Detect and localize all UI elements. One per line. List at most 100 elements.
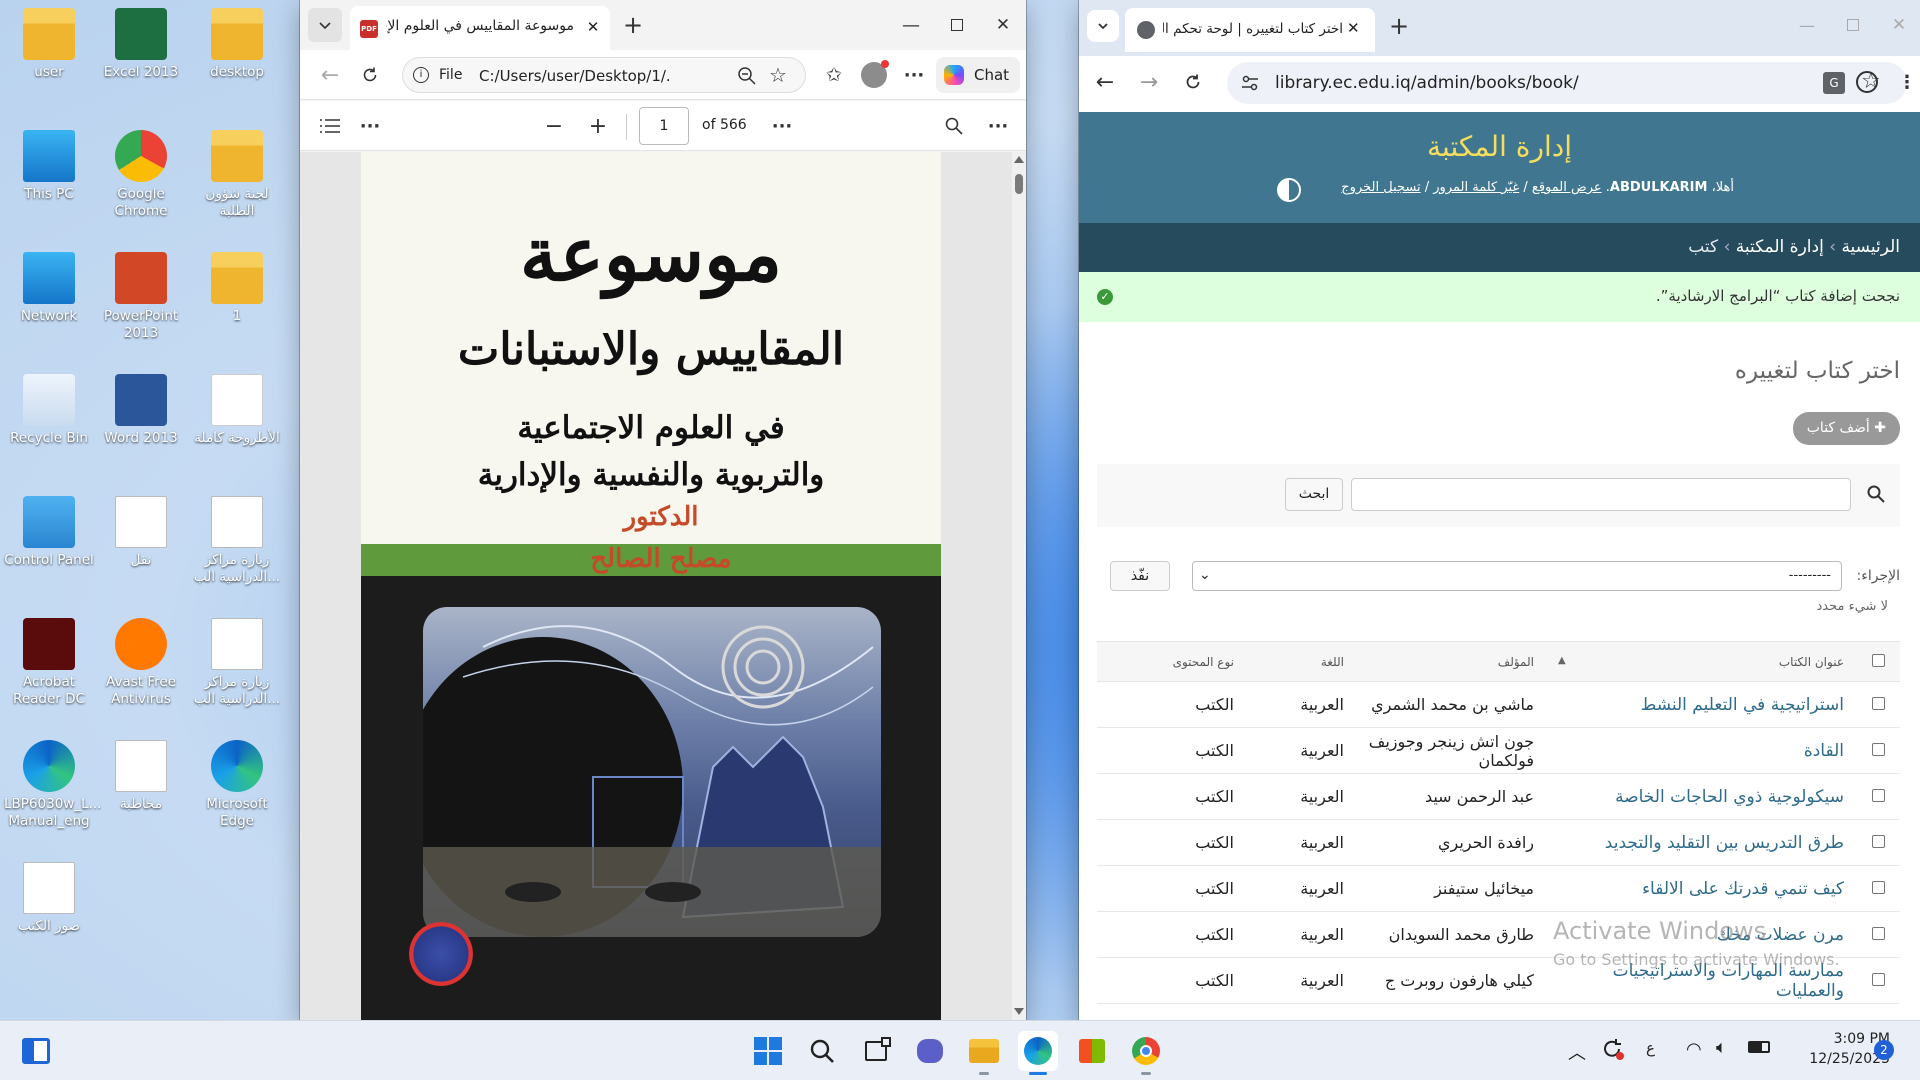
task-view-icon[interactable]	[856, 1031, 896, 1071]
book-title-link[interactable]: استراتيجية في التعليم النشط	[1546, 681, 1856, 728]
profile-avatar[interactable]	[856, 57, 892, 93]
close-tab-icon[interactable]: ✕	[582, 16, 604, 38]
breadcrumb-app[interactable]: إدارة المكتبة	[1736, 237, 1824, 257]
pdf-more-left-button[interactable]: ···	[352, 108, 388, 144]
ime-indicator[interactable]: ع	[1646, 1039, 1655, 1057]
desktop-icon[interactable]: Google Chrome	[96, 130, 186, 220]
desktop-icon[interactable]: Control Panel	[4, 496, 94, 569]
row-checkbox[interactable]	[1871, 697, 1885, 710]
book-title-link[interactable]: طرق التدريس بين التقليد والتجديد	[1546, 819, 1856, 866]
back-button[interactable]: ←	[1087, 64, 1123, 100]
maximize-button[interactable]	[1830, 0, 1876, 50]
desktop-icon[interactable]: لجنة شؤون الطلبة	[192, 130, 282, 220]
column-author[interactable]: المؤلف	[1356, 641, 1546, 682]
copilot-chat-button[interactable]: Chat	[936, 57, 1020, 93]
favorites-button[interactable]: ✩	[816, 57, 852, 93]
new-tab-button[interactable]: +	[618, 10, 648, 40]
store-icon[interactable]	[1072, 1031, 1112, 1071]
desktop-icon[interactable]: الأطروحة كاملة	[192, 374, 282, 447]
search-input[interactable]	[1351, 478, 1851, 511]
desktop-icon[interactable]: صور الكتب	[4, 862, 94, 935]
reload-button[interactable]	[1175, 64, 1211, 100]
desktop-icon[interactable]: Acrobat Reader DC	[4, 618, 94, 708]
start-button[interactable]	[748, 1031, 788, 1071]
pdf-scroll-thumb[interactable]	[1015, 174, 1023, 194]
column-title[interactable]: عنوان الكتاب ▲	[1546, 641, 1856, 682]
add-book-button[interactable]: ✚ أضف كتاب	[1792, 412, 1900, 445]
desktop-icon[interactable]: مخاطبة	[96, 740, 186, 813]
sync-icon[interactable]	[1600, 1037, 1624, 1061]
search-button[interactable]: ابحث	[1285, 478, 1343, 511]
close-window-button[interactable]: ✕	[980, 0, 1026, 50]
desktop-icon[interactable]: زيارة مراكز الدراسية الب...	[192, 496, 282, 586]
volume-icon[interactable]: 🔈︎	[1716, 1037, 1727, 1058]
column-language[interactable]: اللغة	[1246, 641, 1356, 682]
row-checkbox[interactable]	[1871, 789, 1885, 802]
edge-taskbar-icon[interactable]	[1018, 1031, 1058, 1075]
row-checkbox[interactable]	[1871, 927, 1885, 940]
breadcrumb-home[interactable]: الرئيسية	[1841, 237, 1900, 257]
close-tab-icon[interactable]: ✕	[1347, 19, 1360, 37]
refresh-button[interactable]	[352, 57, 388, 93]
zoom-in-button[interactable]: +	[580, 108, 616, 144]
edge-tab-pdf[interactable]: PDF موسوعة المقاييس في العلوم الإجتما ✕	[350, 6, 610, 50]
profile-icon[interactable]	[1849, 64, 1885, 100]
zoom-out-button[interactable]: −	[536, 108, 572, 144]
desktop-icon[interactable]: زيارة مراكز الدراسية الب...	[192, 618, 282, 708]
wifi-icon[interactable]: ◠	[1686, 1039, 1702, 1060]
settings-more-button[interactable]: ···	[896, 57, 932, 93]
minimize-button[interactable]: —	[888, 0, 934, 50]
teams-chat-icon[interactable]	[910, 1031, 950, 1071]
file-explorer-icon[interactable]	[964, 1031, 1004, 1075]
select-all-checkbox[interactable]	[1871, 653, 1885, 667]
desktop-icon[interactable]: desktop	[192, 8, 282, 81]
chrome-menu-button[interactable]: ⋮	[1889, 64, 1920, 100]
zoom-icon[interactable]	[737, 66, 757, 86]
minimize-button[interactable]: —	[1784, 0, 1830, 50]
logout-link[interactable]: تسجيل الخروج	[1341, 180, 1420, 195]
desktop-icon[interactable]: 1	[192, 252, 282, 325]
scroll-up-arrow-icon[interactable]	[1014, 156, 1024, 163]
desktop-icon[interactable]: Avast Free Antivirus	[96, 618, 186, 708]
pdf-scrollbar[interactable]	[1012, 152, 1026, 1020]
desktop-icon[interactable]: user	[4, 8, 94, 81]
desktop-icon[interactable]: Recycle Bin	[4, 374, 94, 447]
row-checkbox[interactable]	[1871, 881, 1885, 894]
page-number-input[interactable]: 1	[639, 107, 689, 145]
notification-badge[interactable]: 2	[1874, 1040, 1894, 1060]
site-title[interactable]: إدارة المكتبة	[1079, 130, 1920, 163]
row-checkbox[interactable]	[1871, 973, 1885, 986]
back-button[interactable]: ←	[312, 57, 348, 93]
forward-button[interactable]: →	[1131, 64, 1167, 100]
desktop-icon[interactable]: PowerPoint 2013	[96, 252, 186, 342]
theme-toggle-icon[interactable]	[1277, 178, 1301, 202]
scroll-down-arrow-icon[interactable]	[1014, 1008, 1024, 1015]
search-pdf-button[interactable]	[936, 108, 972, 144]
desktop-icon[interactable]: نقل	[96, 496, 186, 569]
translate-icon[interactable]: G	[1823, 72, 1845, 94]
site-settings-icon[interactable]	[1241, 75, 1259, 91]
view-site-link[interactable]: عرض الموقع	[1532, 180, 1602, 195]
book-title-link[interactable]: القادة	[1546, 727, 1856, 774]
desktop-icon[interactable]: Word 2013	[96, 374, 186, 447]
close-window-button[interactable]: ✕	[1876, 0, 1920, 50]
maximize-button[interactable]	[934, 0, 980, 50]
battery-icon[interactable]	[1748, 1041, 1770, 1053]
row-checkbox[interactable]	[1871, 835, 1885, 848]
new-tab-button[interactable]: +	[1383, 10, 1415, 42]
info-icon[interactable]: i	[413, 67, 429, 83]
desktop-icon[interactable]: This PC	[4, 130, 94, 203]
address-bar[interactable]: i File C:/Users/user/Desktop/1/...مو ☆	[402, 57, 806, 93]
sort-ascending-icon[interactable]: ▲	[1558, 655, 1566, 666]
desktop-icon[interactable]: Excel 2013	[96, 8, 186, 81]
chrome-tab-admin[interactable]: اختر كتاب لتغييره | لوحة تحكم المـ ✕	[1125, 8, 1375, 52]
column-content-type[interactable]: نوع المحتوى	[1097, 641, 1246, 682]
show-hidden-icons-chevron-up-icon[interactable]: ︿	[1568, 1039, 1586, 1065]
tab-actions-button[interactable]	[308, 8, 342, 42]
action-select[interactable]: ⌄ ---------	[1192, 561, 1842, 591]
pdf-more-right-button[interactable]: ···	[980, 108, 1016, 144]
book-title-link[interactable]: سيكولوجية ذوي الحاجات الخاصة	[1546, 773, 1856, 820]
show-desktop-widget-icon[interactable]	[16, 1031, 56, 1071]
chrome-tab-search-button[interactable]	[1087, 10, 1119, 42]
book-title-link[interactable]: كيف تنمي قدرتك على الالقاء	[1546, 865, 1856, 912]
